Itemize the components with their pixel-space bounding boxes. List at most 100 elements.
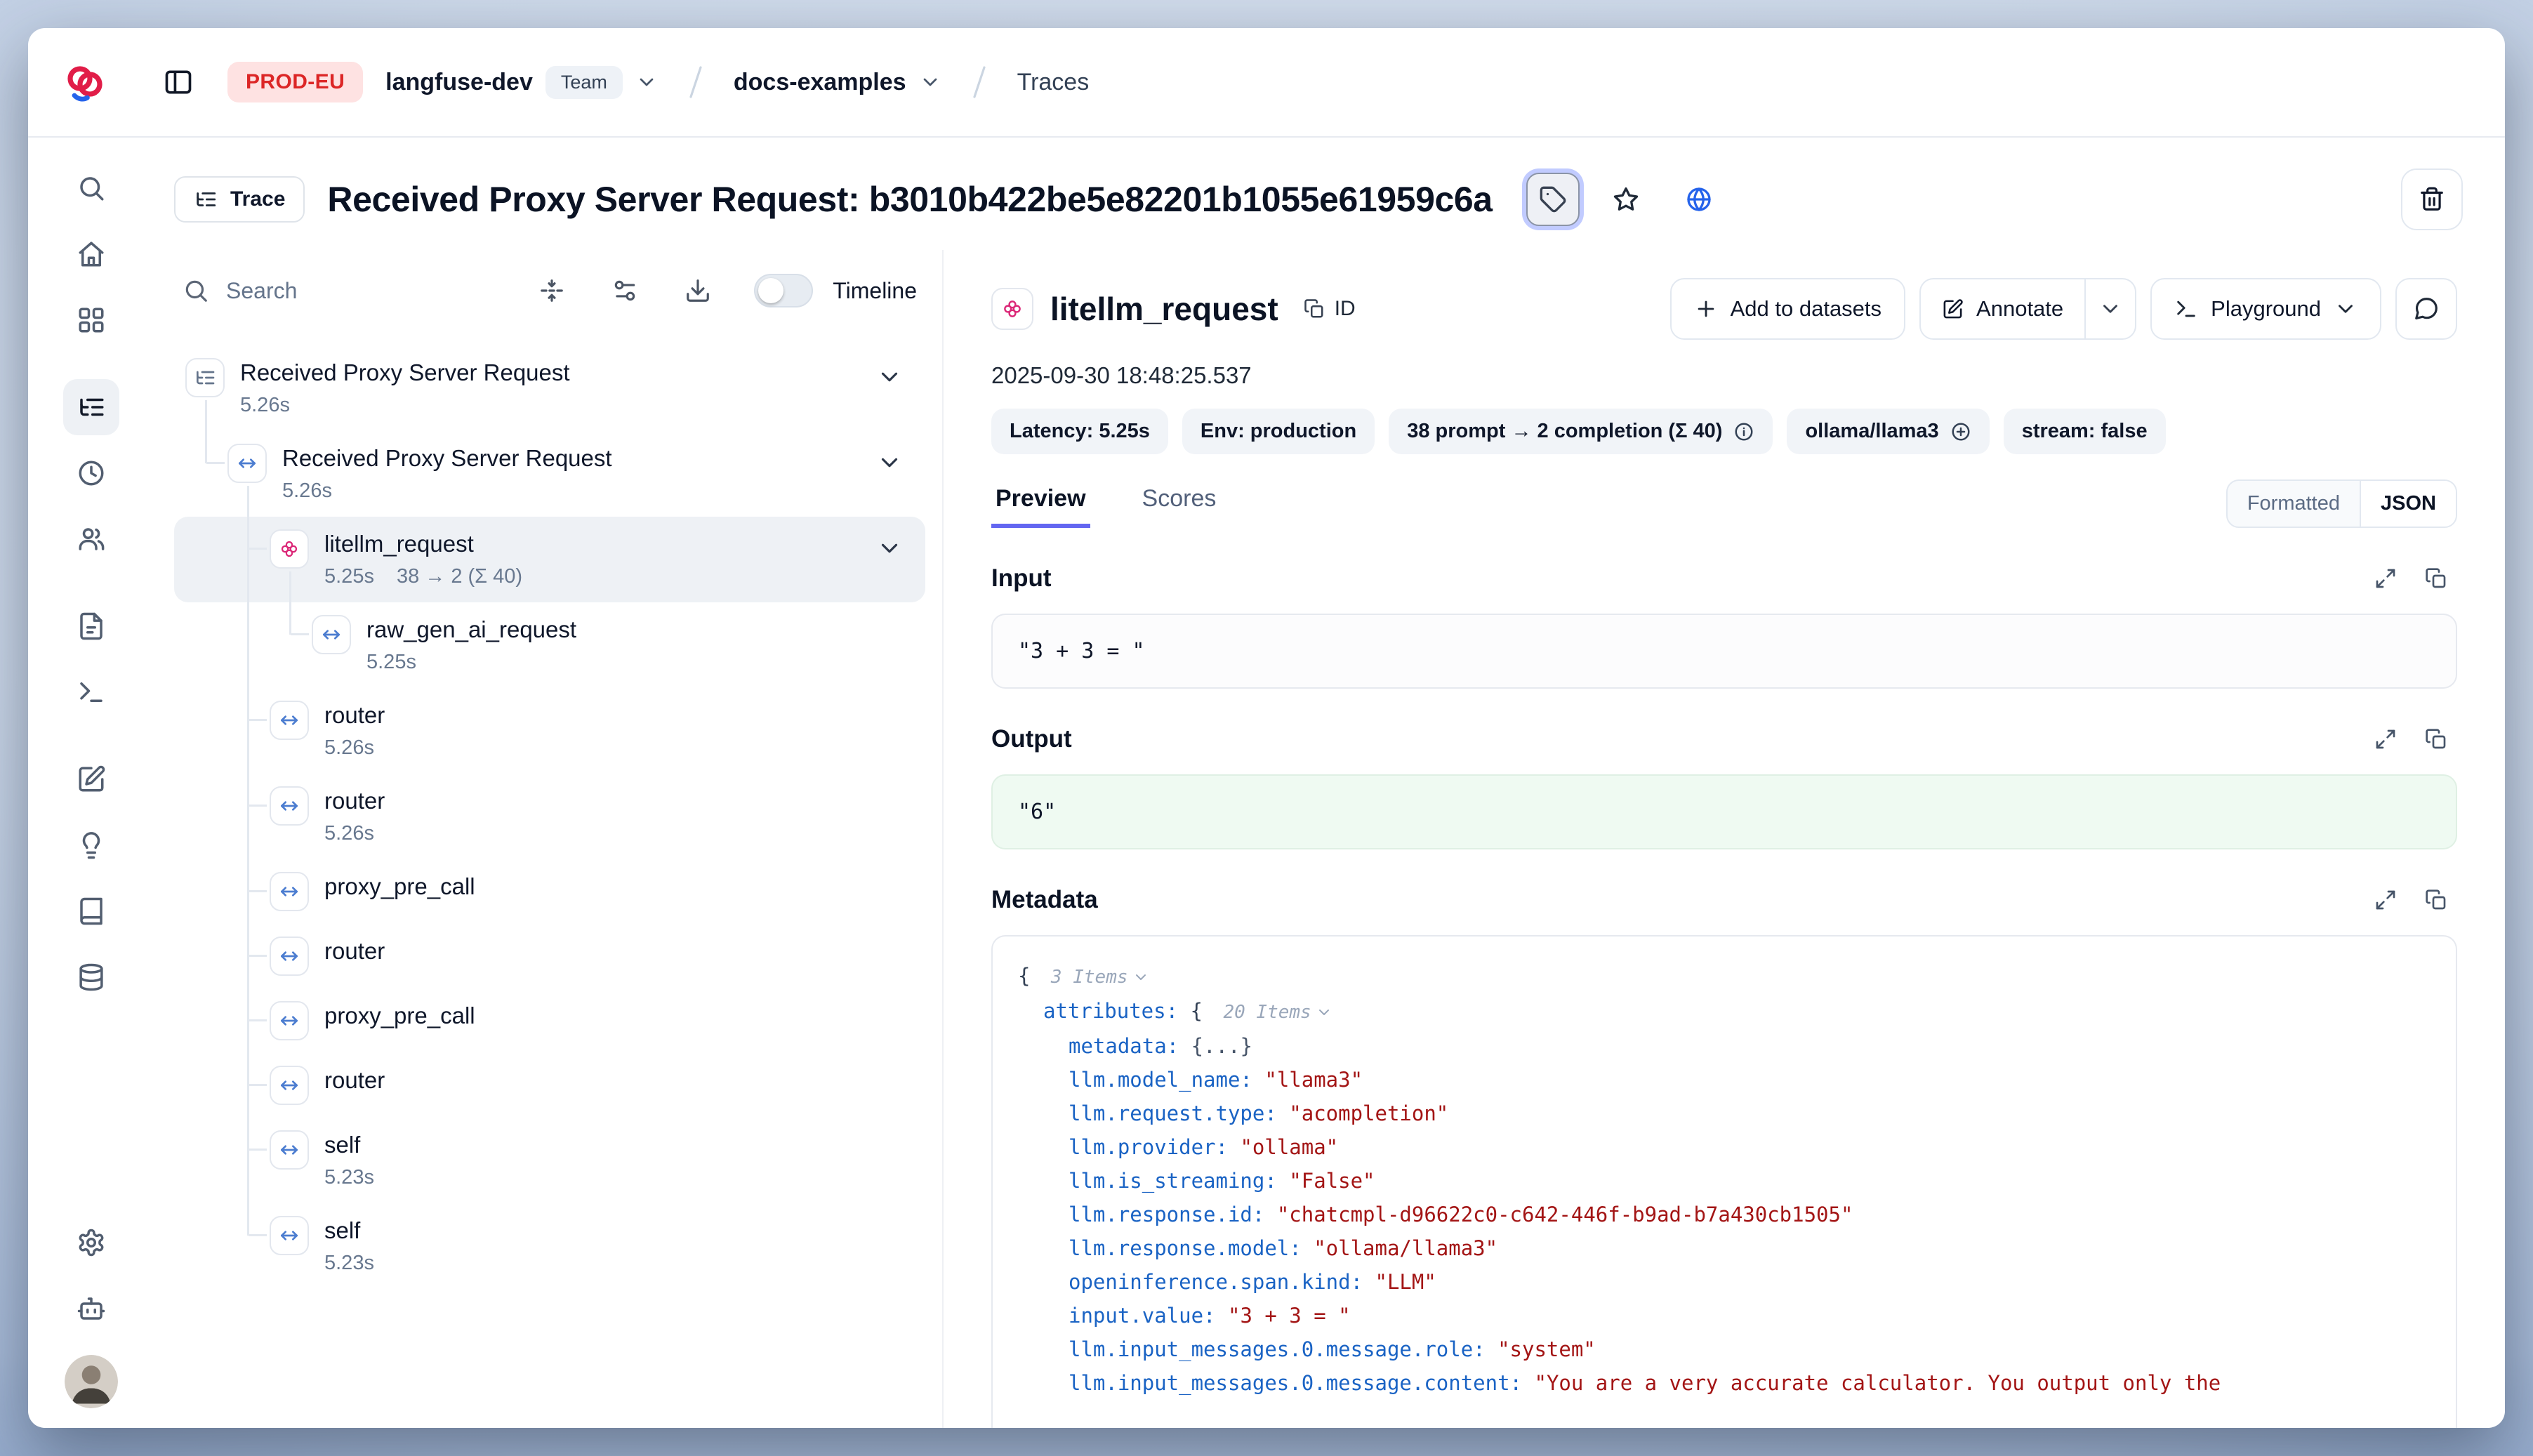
sidebar-item-playground[interactable] — [63, 664, 119, 720]
sidebar-item-users[interactable] — [63, 511, 119, 567]
chevron-down-icon — [2098, 297, 2122, 321]
metadata-expand-button[interactable] — [2365, 879, 2407, 921]
langfuse-logo-icon[interactable] — [62, 60, 107, 105]
search-icon — [183, 277, 209, 304]
add-to-datasets-button[interactable]: Add to datasets — [1670, 278, 1905, 340]
sidebar-item-sessions[interactable] — [63, 445, 119, 501]
tree-node-raw-gen-ai-request[interactable]: raw_gen_ai_request5.25s — [174, 602, 925, 688]
sidebar-item-dashboards[interactable] — [63, 292, 119, 348]
list-tree-icon — [194, 187, 218, 211]
format-option-json[interactable]: JSON — [2360, 481, 2456, 527]
tree-node-label: router — [324, 701, 385, 730]
tree-guide-elbow — [249, 719, 267, 721]
playground-button[interactable]: Playground — [2150, 278, 2381, 340]
tree-node-labels: router5.26s — [324, 786, 385, 847]
sidebar-item-search[interactable] — [63, 160, 119, 216]
tag-icon — [1539, 185, 1567, 213]
tab-scores[interactable]: Scores — [1138, 479, 1221, 528]
share-public-button[interactable] — [1672, 173, 1726, 226]
input-expand-button[interactable] — [2365, 557, 2407, 600]
project-breadcrumb[interactable]: docs-examples — [728, 66, 947, 99]
collapse-chevron-icon[interactable] — [876, 535, 903, 562]
tree-node-router[interactable]: router5.26s — [174, 688, 925, 774]
org-name: langfuse-dev — [385, 69, 533, 96]
generation-icon — [1000, 297, 1024, 321]
collapse-chevron-icon[interactable] — [876, 449, 903, 476]
observation-detail-panel: litellm_request ID Add to datasets — [944, 250, 2505, 1428]
annotate-dropdown-button[interactable] — [2084, 279, 2135, 338]
copy-icon — [2425, 889, 2447, 911]
timeline-toggle[interactable] — [754, 274, 813, 307]
delete-trace-button[interactable] — [2401, 168, 2463, 230]
tree-node-self[interactable]: self5.23s — [174, 1118, 925, 1203]
sidebar-item-settings[interactable] — [63, 1215, 119, 1271]
download-button[interactable] — [675, 268, 720, 313]
collapse-caret-icon[interactable] — [1316, 1004, 1332, 1021]
output-section-head: Output — [991, 718, 2457, 760]
format-toggle: Formatted JSON — [2226, 479, 2457, 528]
tree-node-label: litellm_request — [324, 529, 522, 559]
metadata-copy-button[interactable] — [2415, 879, 2457, 921]
sidebar-item-prompts[interactable] — [63, 598, 119, 654]
tree-node-labels: Received Proxy Server Request5.26s — [282, 444, 612, 504]
project-switcher-chevron-icon[interactable] — [919, 71, 941, 93]
input-copy-button[interactable] — [2415, 557, 2457, 600]
tree-node-proxy-pre-call[interactable]: proxy_pre_call — [174, 859, 925, 924]
sidebar-item-support[interactable] — [63, 1280, 119, 1337]
tree-guide-elbow — [291, 633, 309, 635]
collapse-caret-icon[interactable] — [1132, 969, 1149, 986]
bookmark-star-button[interactable] — [1599, 173, 1653, 226]
copy-icon — [2425, 567, 2447, 590]
metadata-section: Metadata { 3 Itemsattributes: { 20 Items… — [991, 879, 2457, 1428]
tree-node-router[interactable]: router — [174, 924, 925, 988]
metadata-section-head: Metadata — [991, 879, 2457, 921]
tree-node-label: router — [324, 786, 385, 816]
playground-label: Playground — [2211, 296, 2321, 322]
info-icon[interactable] — [1733, 421, 1754, 442]
output-copy-button[interactable] — [2415, 718, 2457, 760]
tree-node-proxy-pre-call[interactable]: proxy_pre_call — [174, 988, 925, 1053]
tree-node-received-proxy-server-request[interactable]: Received Proxy Server Request5.26s — [174, 431, 925, 517]
format-option-formatted[interactable]: Formatted — [2228, 481, 2360, 527]
annotate-button[interactable]: Annotate — [1921, 279, 2084, 338]
tree-node-label: self — [324, 1130, 374, 1160]
json-line: llm.response.id: "chatcmpl-d96622c0-c642… — [1018, 1198, 2431, 1231]
org-switcher-chevron-icon[interactable] — [635, 71, 658, 93]
breadcrumb-traces[interactable]: Traces — [1012, 66, 1095, 99]
collapse-chevron-icon[interactable] — [876, 364, 903, 390]
span-type-icon — [227, 444, 267, 483]
json-line: openinference.span.kind: "LLM" — [1018, 1265, 2431, 1299]
span-type-icon — [270, 1066, 309, 1105]
users-icon — [77, 524, 106, 554]
copy-id-button[interactable]: ID — [1295, 289, 1364, 329]
user-avatar[interactable] — [65, 1355, 118, 1408]
tag-button[interactable] — [1526, 173, 1580, 226]
org-breadcrumb[interactable]: langfuse-dev Team — [380, 63, 663, 102]
tree-node-labels: self5.23s — [324, 1216, 374, 1276]
comments-button[interactable] — [2395, 278, 2457, 340]
tree-node-router[interactable]: router5.26s — [174, 774, 925, 859]
sidebar-item-annotations[interactable] — [63, 883, 119, 939]
trace-type-badge: Trace — [174, 176, 305, 223]
sidebar-item-scores[interactable] — [63, 751, 119, 807]
annotate-pen-icon — [1942, 298, 1964, 320]
output-expand-button[interactable] — [2365, 718, 2407, 760]
tree-settings-button[interactable] — [602, 268, 647, 313]
expand-icon — [2374, 728, 2397, 750]
sidebar-item-evaluators[interactable] — [63, 817, 119, 873]
badge-text: ollama/llama3 — [1805, 420, 1938, 443]
sidebar-toggle-button[interactable] — [157, 61, 199, 103]
tree-node-router[interactable]: router — [174, 1053, 925, 1118]
tree-guide-line — [247, 1203, 249, 1236]
tab-preview[interactable]: Preview — [991, 479, 1090, 528]
sidebar-item-home[interactable] — [63, 226, 119, 282]
sidebar-item-traces[interactable] — [63, 379, 119, 435]
sidebar-item-datasets[interactable] — [63, 949, 119, 1005]
search-input[interactable] — [223, 277, 501, 305]
tree-node-labels: router — [324, 1066, 385, 1095]
plus-circle-icon[interactable] — [1950, 421, 1971, 442]
tree-node-received-proxy-server-request[interactable]: Received Proxy Server Request5.26s — [174, 345, 925, 431]
tree-node-self[interactable]: self5.23s — [174, 1203, 925, 1289]
tree-node-litellm-request[interactable]: litellm_request5.25s38 → 2 (Σ 40) — [174, 517, 925, 602]
expand-collapse-all-button[interactable] — [529, 268, 574, 313]
